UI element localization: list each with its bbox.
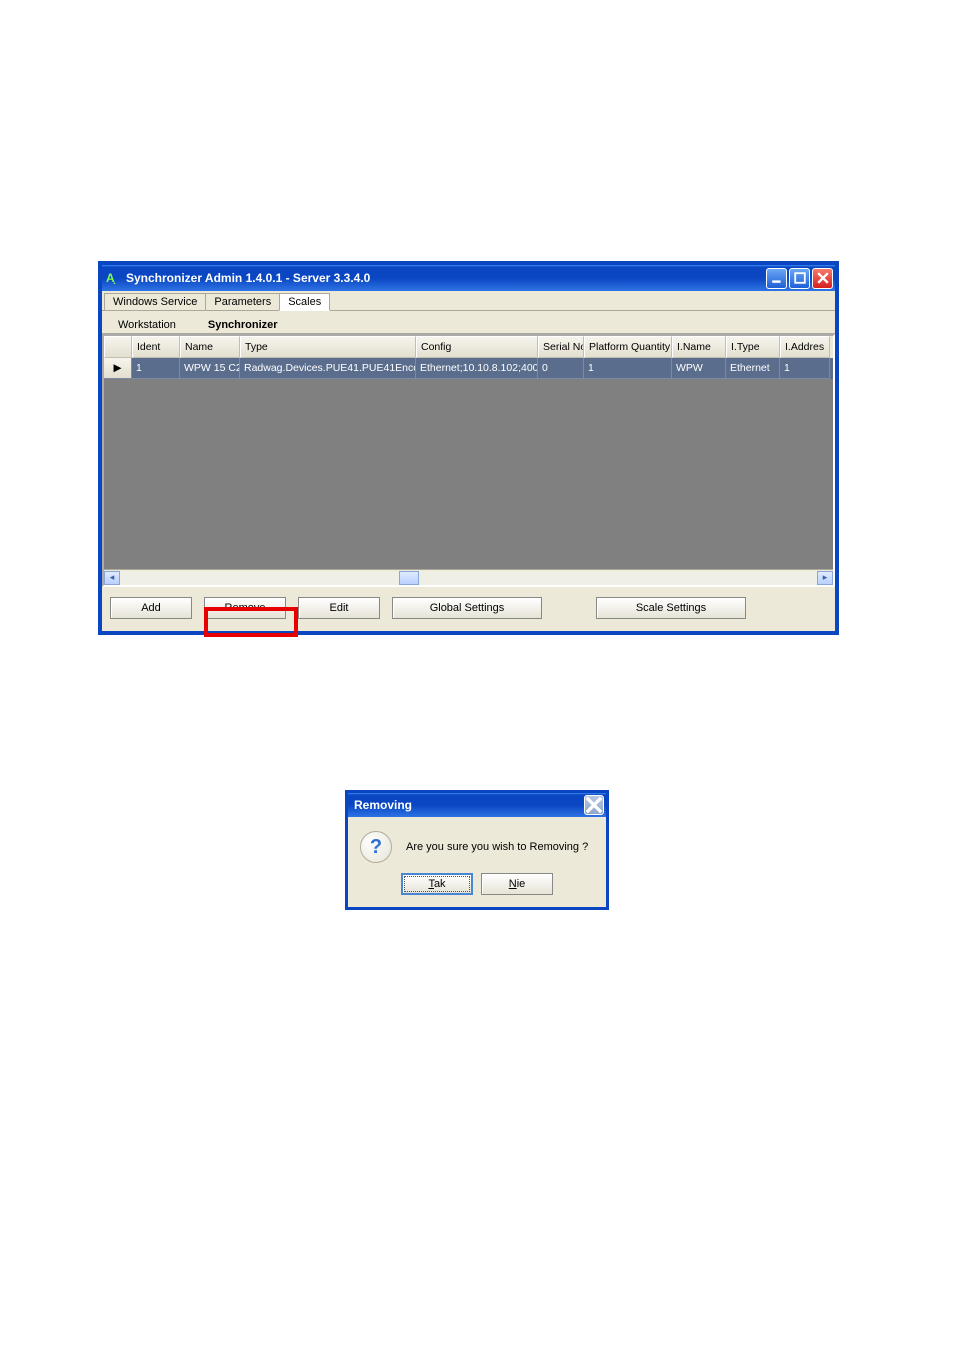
row-selector-header bbox=[104, 336, 132, 358]
cell-serial: 0 bbox=[538, 358, 584, 379]
cell-platform-qty: 1 bbox=[584, 358, 672, 379]
grid-header: Ident Name Type Config Serial No. Platfo… bbox=[104, 336, 833, 358]
dialog-yes-button[interactable]: Tak bbox=[401, 873, 473, 895]
minimize-button[interactable] bbox=[766, 268, 787, 289]
maximize-button[interactable] bbox=[789, 268, 810, 289]
global-settings-button[interactable]: Global Settings bbox=[392, 597, 542, 619]
sub-tabs-bar: Workstation Synchronizer bbox=[102, 311, 835, 334]
horizontal-scrollbar[interactable]: ◂ ▸ bbox=[104, 569, 833, 585]
title-bar[interactable]: A. Synchronizer Admin 1.4.0.1 - Server 3… bbox=[102, 265, 835, 291]
button-bar: Add Remove Edit Global Settings Scale Se… bbox=[102, 587, 835, 631]
add-button[interactable]: Add bbox=[110, 597, 192, 619]
svg-text:.: . bbox=[113, 276, 116, 286]
col-name[interactable]: Name bbox=[180, 336, 240, 358]
scales-grid: Ident Name Type Config Serial No. Platfo… bbox=[102, 334, 835, 587]
col-platform-qty[interactable]: Platform Quantity bbox=[584, 336, 672, 358]
dialog-no-button[interactable]: Nie bbox=[481, 873, 553, 895]
removing-dialog: Removing ? Are you sure you wish to Remo… bbox=[345, 790, 609, 910]
col-serial[interactable]: Serial No. bbox=[538, 336, 584, 358]
cell-iname: WPW bbox=[672, 358, 726, 379]
remove-button[interactable]: Remove bbox=[204, 597, 286, 619]
main-tabs: Windows Service Parameters Scales bbox=[102, 291, 835, 311]
cell-type: Radwag.Devices.PUE41.PUE41Encoder bbox=[240, 358, 416, 379]
col-itype[interactable]: I.Type bbox=[726, 336, 780, 358]
edit-button[interactable]: Edit bbox=[298, 597, 380, 619]
col-iname[interactable]: I.Name bbox=[672, 336, 726, 358]
scroll-track[interactable] bbox=[120, 571, 817, 585]
col-config[interactable]: Config bbox=[416, 336, 538, 358]
window-title: Synchronizer Admin 1.4.0.1 - Server 3.3.… bbox=[126, 271, 766, 285]
close-button[interactable] bbox=[812, 268, 833, 289]
tab-scales[interactable]: Scales bbox=[279, 293, 330, 311]
question-icon: ? bbox=[360, 831, 392, 863]
scroll-left-icon[interactable]: ◂ bbox=[104, 571, 120, 585]
scale-settings-button[interactable]: Scale Settings bbox=[596, 597, 746, 619]
scroll-right-icon[interactable]: ▸ bbox=[817, 571, 833, 585]
app-icon: A. bbox=[106, 270, 122, 286]
tab-windows-service[interactable]: Windows Service bbox=[104, 293, 206, 310]
scroll-thumb[interactable] bbox=[399, 571, 419, 585]
grid-empty-area bbox=[104, 379, 833, 569]
cell-name: WPW 15 C2 bbox=[180, 358, 240, 379]
main-window: A. Synchronizer Admin 1.4.0.1 - Server 3… bbox=[99, 262, 838, 634]
col-ident[interactable]: Ident bbox=[132, 336, 180, 358]
table-row[interactable]: ▶ 1 WPW 15 C2 Radwag.Devices.PUE41.PUE41… bbox=[104, 358, 833, 379]
subtab-workstation[interactable]: Workstation bbox=[112, 317, 182, 333]
col-iaddres[interactable]: I.Addres bbox=[780, 336, 830, 358]
dialog-title-bar[interactable]: Removing bbox=[348, 793, 606, 817]
dialog-title: Removing bbox=[354, 798, 584, 812]
cell-ident: 1 bbox=[132, 358, 180, 379]
dialog-close-button[interactable] bbox=[584, 795, 604, 815]
cell-iaddres: 1 bbox=[780, 358, 830, 379]
cell-itype: Ethernet bbox=[726, 358, 780, 379]
subtab-synchronizer[interactable]: Synchronizer bbox=[202, 317, 284, 333]
col-type[interactable]: Type bbox=[240, 336, 416, 358]
dialog-body: ? Are you sure you wish to Removing ? bbox=[348, 817, 606, 869]
cell-config: Ethernet;10.10.8.102;4001 bbox=[416, 358, 538, 379]
tab-parameters[interactable]: Parameters bbox=[205, 293, 280, 310]
dialog-message: Are you sure you wish to Removing ? bbox=[406, 841, 588, 853]
row-indicator-icon: ▶ bbox=[104, 358, 132, 379]
dialog-buttons: Tak Nie bbox=[348, 869, 606, 907]
